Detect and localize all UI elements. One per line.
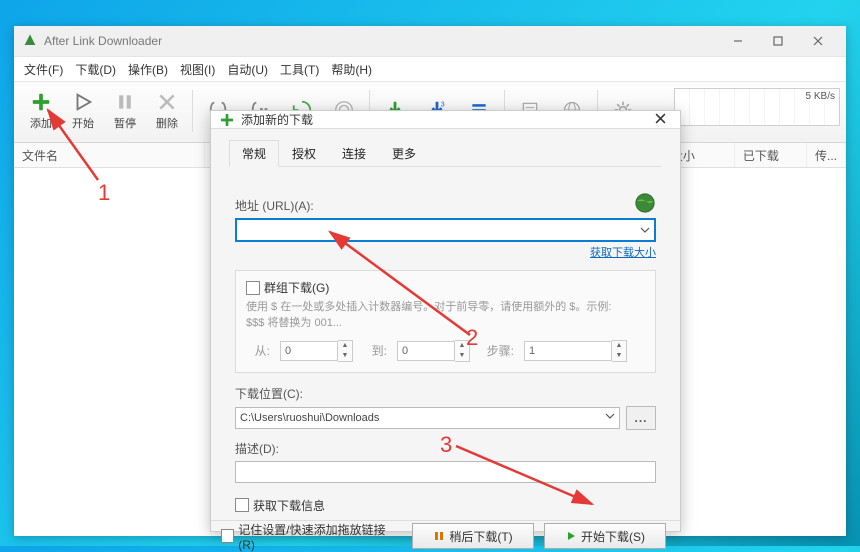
app-icon (22, 33, 38, 49)
url-dropdown-button[interactable] (636, 225, 654, 235)
plus-icon (30, 91, 52, 113)
toolbar-separator (192, 90, 193, 132)
tab-general[interactable]: 常规 (229, 140, 279, 167)
chevron-down-icon[interactable] (605, 411, 615, 424)
to-input[interactable] (397, 341, 455, 361)
menubar: 文件(F) 下载(D) 操作(B) 视图(I) 自动(U) 工具(T) 帮助(H… (14, 57, 846, 82)
desc-input[interactable] (235, 461, 656, 483)
column-filename[interactable]: 文件名 (14, 143, 205, 167)
remember-label: 记住设置/快速添加拖放链接(R) (238, 521, 392, 552)
minimize-button[interactable] (718, 26, 758, 56)
pause-icon (114, 91, 136, 113)
location-input[interactable]: C:\Users\ruoshui\Downloads (235, 407, 620, 429)
chevron-up-icon[interactable]: ▲ (338, 341, 352, 351)
dialog-body: 地址 (URL)(A): 获取下载大小 群组下载(G) 使用 $ 在一处或多处插… (211, 167, 680, 520)
speed-label: 5 KB/s (806, 91, 835, 102)
toolbar-delete-label: 删除 (156, 115, 178, 131)
browse-button[interactable]: ... (626, 406, 656, 430)
toolbar-pause-button[interactable]: 暂停 (104, 86, 146, 136)
menu-download[interactable]: 下载(D) (75, 61, 116, 78)
dialog-tabs: 常规 授权 连接 更多 (229, 139, 661, 167)
chevron-down-icon[interactable]: ▼ (612, 351, 626, 361)
toolbar-start-label: 开始 (72, 115, 94, 131)
download-later-button[interactable]: 稍后下载(T) (412, 523, 534, 549)
chevron-up-icon[interactable]: ▲ (612, 341, 626, 351)
group-download-box: 群组下载(G) 使用 $ 在一处或多处插入计数器编号。对于前导零，请使用额外的 … (235, 270, 656, 373)
step-spinner[interactable]: ▲▼ (524, 340, 627, 362)
chevron-down-icon[interactable]: ▼ (455, 351, 469, 361)
chevron-up-icon[interactable]: ▲ (455, 341, 469, 351)
maximize-button[interactable] (758, 26, 798, 56)
location-label: 下载位置(C): (235, 385, 656, 402)
from-spinner[interactable]: ▲▼ (280, 340, 353, 362)
play-icon (72, 91, 94, 113)
dialog-footer: 记住设置/快速添加拖放链接(R) 稍后下载(T) 开始下载(S) (211, 520, 680, 552)
dialog-close-button[interactable] (655, 113, 672, 127)
add-download-dialog: 添加新的下载 常规 授权 连接 更多 地址 (URL)(A): 获取下载大小 群… (210, 110, 681, 532)
menu-file[interactable]: 文件(F) (24, 61, 63, 78)
delete-icon (156, 91, 178, 113)
chevron-down-icon[interactable]: ▼ (338, 351, 352, 361)
dialog-title: 添加新的下载 (241, 111, 313, 128)
tab-more[interactable]: 更多 (379, 140, 429, 167)
column-downloaded[interactable]: 已下载 (735, 143, 807, 167)
menu-action[interactable]: 操作(B) (128, 61, 168, 78)
url-input[interactable] (235, 218, 656, 242)
checkbox-icon (246, 281, 260, 295)
group-download-checkbox[interactable]: 群组下载(G) (246, 279, 645, 296)
menu-view[interactable]: 视图(I) (180, 61, 215, 78)
url-label: 地址 (URL)(A): (235, 197, 314, 214)
step-input[interactable] (524, 341, 612, 361)
menu-tools[interactable]: 工具(T) (280, 61, 319, 78)
checkbox-icon (235, 498, 249, 512)
tab-auth[interactable]: 授权 (279, 140, 329, 167)
from-label: 从: (246, 342, 270, 359)
menu-help[interactable]: 帮助(H) (331, 61, 372, 78)
speed-chart: 5 KB/s (674, 88, 840, 126)
toolbar-add-label: 添加 (30, 115, 52, 131)
play-small-icon (565, 530, 577, 542)
toolbar-add-button[interactable]: 添加 (20, 86, 62, 136)
svg-text:3: 3 (441, 99, 445, 108)
window-close-button[interactable] (798, 26, 838, 56)
get-size-link[interactable]: 获取下载大小 (590, 247, 656, 259)
toolbar-start-button[interactable]: 开始 (62, 86, 104, 136)
pause-small-icon (433, 530, 445, 542)
titlebar: After Link Downloader (14, 26, 846, 57)
dialog-titlebar: 添加新的下载 (211, 111, 680, 129)
get-info-label: 获取下载信息 (253, 497, 325, 514)
toolbar-delete-button[interactable]: 删除 (146, 86, 188, 136)
plus-icon (219, 112, 235, 128)
group-hint: 使用 $ 在一处或多处插入计数器编号。对于前导零，请使用额外的 $。示例: $$… (246, 300, 645, 332)
tab-link[interactable]: 连接 (329, 140, 379, 167)
remember-checkbox[interactable]: 记住设置/快速添加拖放链接(R) (221, 521, 392, 552)
toolbar-pause-label: 暂停 (114, 115, 136, 131)
group-download-label: 群组下载(G) (264, 279, 329, 296)
menu-auto[interactable]: 自动(U) (227, 61, 268, 78)
checkbox-icon (221, 529, 234, 543)
location-value: C:\Users\ruoshui\Downloads (240, 412, 379, 424)
start-download-button[interactable]: 开始下载(S) (544, 523, 666, 549)
desc-label: 描述(D): (235, 440, 656, 457)
column-transfer[interactable]: 传... (807, 143, 846, 167)
get-info-checkbox[interactable]: 获取下载信息 (235, 497, 656, 514)
step-label: 步骤: (480, 342, 514, 359)
globe-icon (634, 192, 656, 214)
to-spinner[interactable]: ▲▼ (397, 340, 470, 362)
window-title: After Link Downloader (44, 34, 162, 48)
to-label: 到: (363, 342, 387, 359)
from-input[interactable] (280, 341, 338, 361)
